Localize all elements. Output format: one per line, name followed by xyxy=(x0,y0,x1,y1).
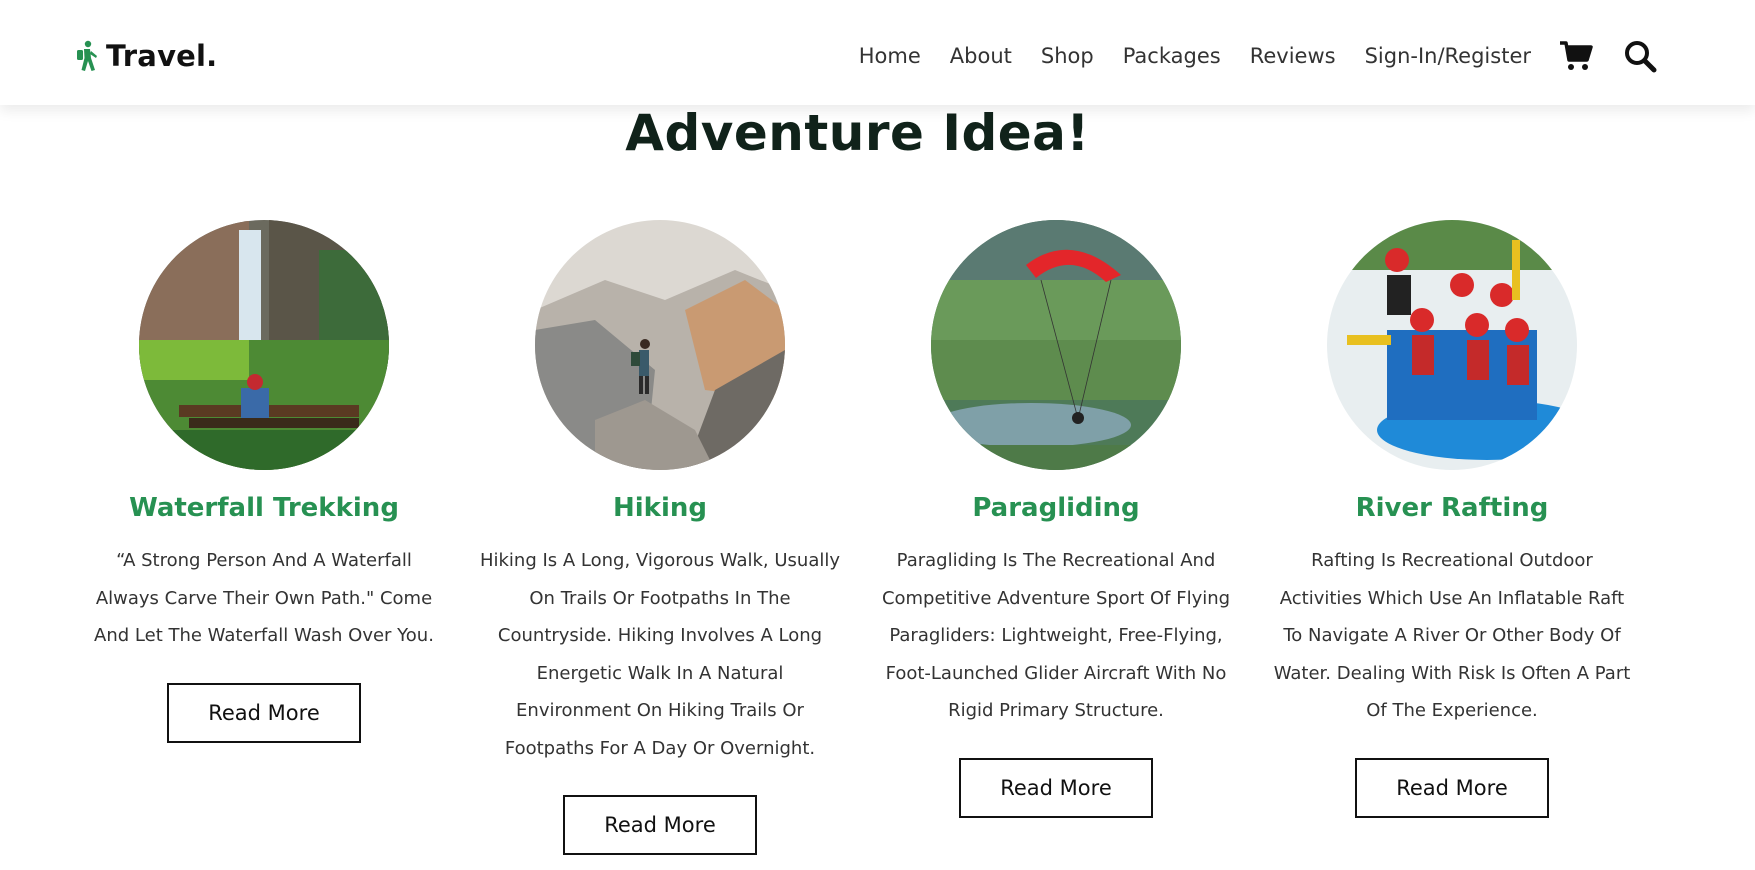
waterfall-image xyxy=(139,220,389,470)
card-waterfall-trekking: Waterfall Trekking “A Strong Person And … xyxy=(74,220,454,743)
search-icon[interactable] xyxy=(1621,37,1659,75)
card-title: Waterfall Trekking xyxy=(129,493,399,523)
card-title: Hiking xyxy=(613,493,707,523)
hiking-image xyxy=(535,220,785,470)
main-nav: Home About Shop Packages Reviews Sign-In… xyxy=(859,32,1659,80)
card-paragliding: Paragliding Paragliding Is The Recreatio… xyxy=(866,220,1246,818)
card-hiking: Hiking Hiking Is A Long, Vigorous Walk, … xyxy=(470,220,850,855)
read-more-button[interactable]: Read More xyxy=(959,757,1153,818)
card-description: Hiking Is A Long, Vigorous Walk, Usually… xyxy=(479,550,841,759)
card-description: Paragliding Is The Recreational And Comp… xyxy=(881,550,1231,721)
card-description: Rafting Is Recreational Outdoor Activiti… xyxy=(1273,550,1631,721)
nav-shop[interactable]: Shop xyxy=(1041,44,1094,68)
card-title: Paragliding xyxy=(972,493,1140,523)
card-title: River Rafting xyxy=(1355,493,1549,523)
section-heading: Adventure Idea! xyxy=(625,104,1090,162)
shopping-cart-icon[interactable] xyxy=(1557,37,1595,75)
read-more-button[interactable]: Read More xyxy=(1355,757,1549,818)
read-more-button[interactable]: Read More xyxy=(167,682,361,743)
card-description: “A Strong Person And A Waterfall Always … xyxy=(94,550,434,646)
site-header: Travel. Home About Shop Packages Reviews… xyxy=(0,0,1755,105)
logo[interactable]: Travel. xyxy=(74,36,217,76)
nav-reviews[interactable]: Reviews xyxy=(1250,44,1336,68)
nav-home[interactable]: Home xyxy=(859,44,921,68)
read-more-button[interactable]: Read More xyxy=(563,795,757,855)
card-river-rafting: River Rafting Rafting Is Recreational Ou… xyxy=(1262,220,1642,818)
nav-sign-in-register[interactable]: Sign-In/Register xyxy=(1365,44,1531,68)
hiker-icon xyxy=(77,40,97,71)
logo-text: Travel. xyxy=(106,39,218,73)
nav-packages[interactable]: Packages xyxy=(1123,44,1221,68)
paragliding-image xyxy=(931,220,1181,470)
river-rafting-image xyxy=(1327,220,1577,470)
nav-about[interactable]: About xyxy=(950,44,1012,68)
